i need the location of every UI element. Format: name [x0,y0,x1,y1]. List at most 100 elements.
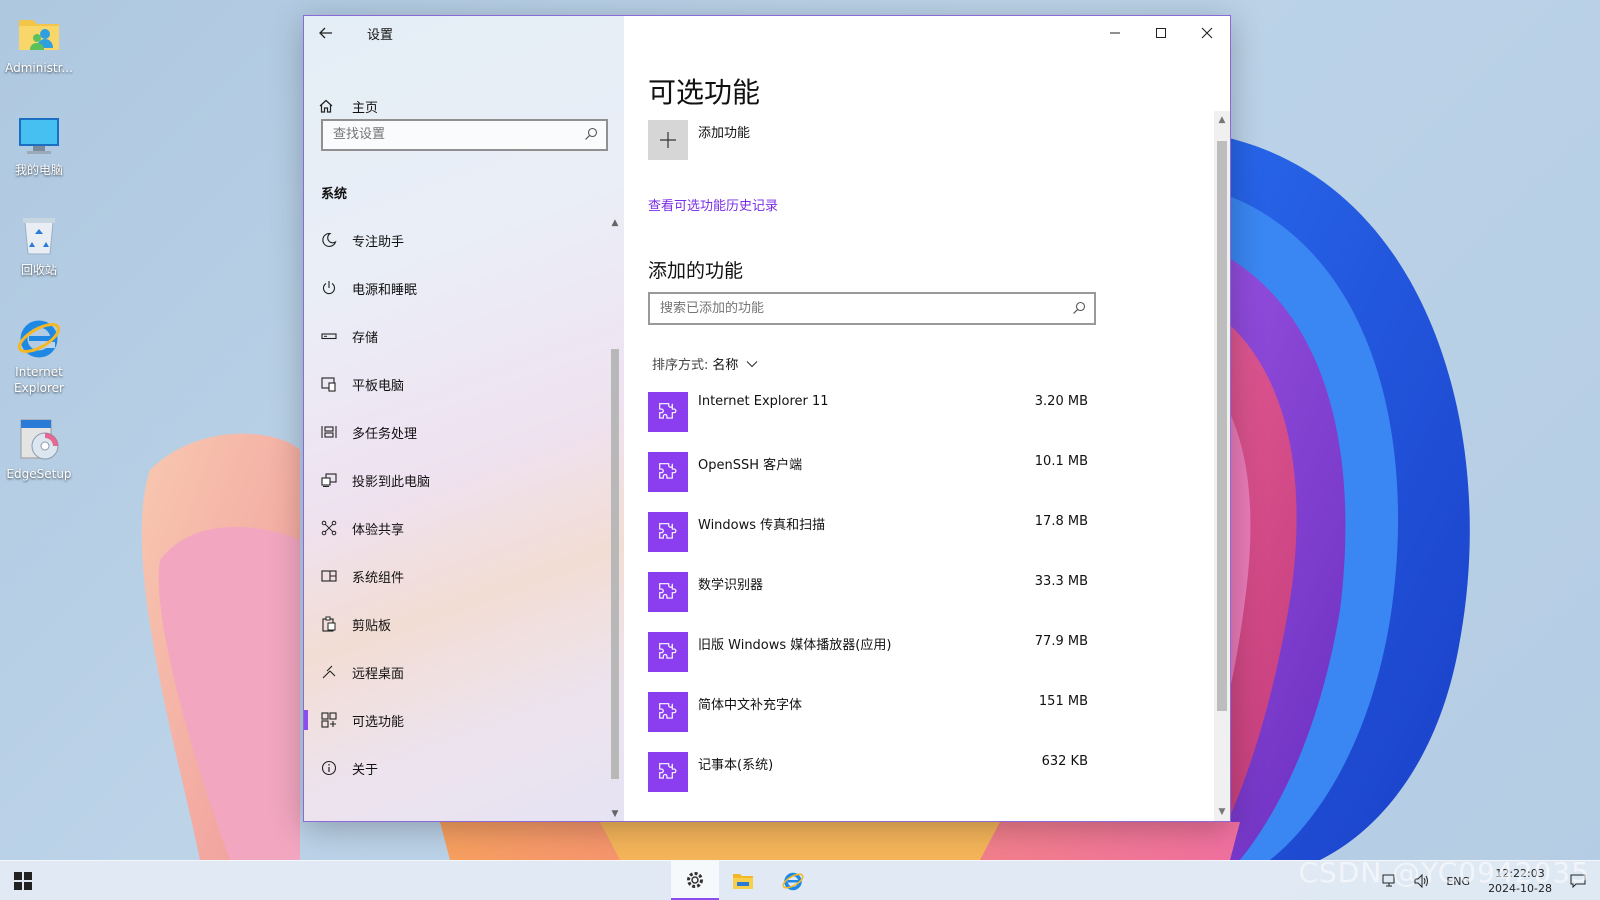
network-tray[interactable] [1380,871,1400,891]
maximize-icon [1156,28,1166,38]
settings-search-input[interactable] [333,127,573,142]
taskbar: ENG 12:22:03 2024-10-28 [0,860,1600,900]
minimize-button[interactable] [1092,16,1138,50]
volume-tray[interactable] [1412,871,1432,891]
app-title: 设置 [367,28,394,43]
info-icon [321,760,337,776]
sidebar-item-shared-experiences[interactable]: 体验共享 [304,504,604,552]
scroll-thumb[interactable] [611,349,619,779]
desktop-icon-edge-setup[interactable]: EdgeSetup [2,416,76,482]
windows-logo-icon [14,872,32,890]
notification-icon [1570,874,1586,889]
sidebar-scrollbar[interactable]: ▲ ▼ [608,216,622,821]
list-item[interactable]: 数学识别器 33.3 MB [648,570,1088,630]
sidebar-item-clipboard[interactable]: 剪贴板 [304,600,604,648]
scroll-up-icon[interactable]: ▲ [610,218,620,228]
list-item[interactable]: 记事本(系统) 632 KB [648,750,1088,810]
feature-list: Internet Explorer 11 3.20 MB OpenSSH 客户端… [648,390,1088,810]
volume-icon [1414,873,1429,889]
desktop-icon-label: EdgeSetup [6,467,72,481]
sidebar-item-tablet[interactable]: 平板电脑 [304,360,604,408]
scroll-down-icon[interactable]: ▼ [1217,807,1227,817]
list-item[interactable]: Internet Explorer 11 3.20 MB [648,390,1088,450]
sidebar-item-optional-features[interactable]: 可选功能 [304,696,604,744]
internet-explorer-icon [782,872,804,891]
added-features-title: 添加的功能 [648,260,744,282]
list-item[interactable]: 旧版 Windows 媒体播放器(应用) 77.9 MB [648,630,1088,690]
desktop-icon-internet-explorer[interactable]: Internet Explorer [2,314,76,396]
feature-name: Internet Explorer 11 [698,394,829,409]
optional-features-icon [321,712,337,728]
sidebar-item-project-to-pc[interactable]: 投影到此电脑 [304,456,604,504]
remote-desktop-icon [322,665,336,679]
user-folder-icon [19,20,59,50]
feature-size: 77.9 MB [1034,634,1088,649]
clock-date: 2024-10-28 [1488,882,1552,895]
feature-size: 3.20 MB [1034,394,1088,409]
sidebar-item-system-components[interactable]: 系统组件 [304,552,604,600]
settings-search[interactable] [321,119,608,151]
minimize-icon [1110,32,1120,34]
plus-icon [660,132,676,148]
add-feature-button[interactable]: 添加功能 [648,120,750,160]
language-indicator[interactable]: ENG [1446,875,1470,888]
feature-name: OpenSSH 客户端 [698,458,803,473]
sidebar-item-about[interactable]: 关于 [304,744,604,792]
sidebar-item-power-sleep[interactable]: 电源和睡眠 [304,264,604,312]
sidebar-item-label: 专注助手 [352,234,405,250]
feature-search-input[interactable] [660,301,1060,316]
back-button[interactable] [318,22,340,44]
desktop-icon-label: 回收站 [20,263,57,277]
list-item[interactable]: Windows 传真和扫描 17.8 MB [648,510,1088,570]
list-item[interactable]: OpenSSH 客户端 10.1 MB [648,450,1088,510]
taskbar-file-explorer[interactable] [719,861,767,900]
components-icon [321,570,337,582]
desktop-icon-administrator[interactable]: Administr... [2,10,76,76]
feature-name: 记事本(系统) [698,758,774,773]
desktop-icon-label: 我的电脑 [14,163,63,177]
tablet-icon [321,377,336,392]
sidebar-item-label: 可选功能 [352,714,405,730]
taskbar-internet-explorer[interactable] [769,861,817,900]
main-pane: 可选功能 添加功能 查看可选功能历史记录 添加的功能 排序方式: 名称 Inte [624,16,1230,821]
home-link[interactable]: 主页 [318,92,378,120]
sidebar-item-label: 电源和睡眠 [352,282,418,298]
home-icon [319,99,333,113]
clock-time: 12:22:03 [1495,867,1545,880]
sidebar-item-storage[interactable]: 存储 [304,312,604,360]
scroll-up-icon[interactable]: ▲ [1217,115,1227,125]
start-button[interactable] [14,872,34,892]
home-label: 主页 [352,100,379,116]
clock[interactable]: 12:22:03 2024-10-28 [1488,866,1552,896]
close-button[interactable] [1184,16,1230,50]
maximize-button[interactable] [1138,16,1184,50]
sidebar-item-focus-assist[interactable]: 专注助手 [304,216,604,264]
scroll-thumb[interactable] [1217,141,1227,711]
feature-name: 旧版 Windows 媒体播放器(应用) [698,638,892,653]
sidebar-item-multitasking[interactable]: 多任务处理 [304,408,604,456]
sort-value: 名称 [712,358,739,373]
desktop-icon-recycle-bin[interactable]: 回收站 [2,212,76,278]
feature-history-link[interactable]: 查看可选功能历史记录 [648,195,778,214]
taskbar-settings[interactable] [671,861,719,900]
back-arrow-icon [319,27,332,39]
notification-button[interactable] [1568,871,1588,891]
list-item[interactable]: 简体中文补充字体 151 MB [648,690,1088,750]
main-scrollbar[interactable]: ▲ ▼ [1214,111,1230,821]
feature-name: 简体中文补充字体 [698,698,803,713]
sort-label: 排序方式: [652,358,709,373]
settings-window: 设置 主页 系统 专注助手 电源和睡眠 [303,15,1231,822]
sidebar: 设置 主页 系统 专注助手 电源和睡眠 [304,16,624,821]
sidebar-item-remote-desktop[interactable]: 远程桌面 [304,648,604,696]
moon-icon [322,232,337,248]
chevron-down-icon [747,360,758,367]
search-icon [585,127,598,140]
sort-dropdown[interactable]: 排序方式: 名称 [652,354,758,373]
scroll-down-icon[interactable]: ▼ [610,809,620,819]
feature-size: 17.8 MB [1034,514,1088,529]
puzzle-icon [659,763,677,779]
desktop-icon-my-computer[interactable]: 我的电脑 [2,112,76,178]
feature-search[interactable] [648,292,1096,325]
system-tray: ENG 12:22:03 2024-10-28 [1374,861,1600,900]
feature-name: Windows 传真和扫描 [698,518,826,533]
